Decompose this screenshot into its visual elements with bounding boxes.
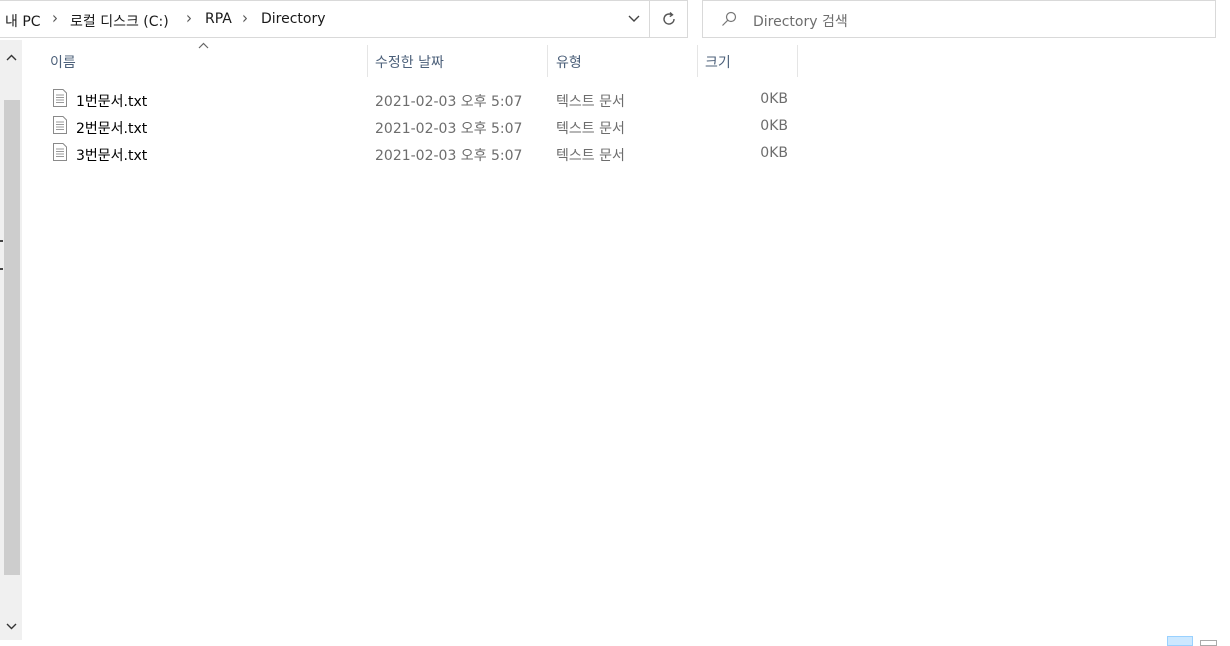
file-type: 텍스트 문서 (556, 94, 625, 110)
chevron-right-icon[interactable]: › (52, 8, 58, 28)
breadcrumb-rpa[interactable]: RPA (205, 11, 232, 27)
chevron-up-icon (6, 54, 16, 60)
text-file-icon (53, 89, 67, 107)
column-header-type[interactable]: 유형 (556, 52, 582, 72)
column-divider[interactable] (697, 45, 698, 77)
scrollbar-thumb[interactable] (4, 100, 20, 575)
text-file-icon (53, 143, 67, 161)
column-divider[interactable] (367, 45, 368, 77)
column-divider[interactable] (797, 45, 798, 77)
breadcrumb-local-disk[interactable]: 로컬 디스크 (C:) (70, 11, 169, 31)
refresh-button[interactable] (650, 1, 687, 37)
chevron-down-icon (6, 623, 16, 629)
file-date: 2021-02-03 오후 5:07 (375, 121, 523, 137)
address-bar[interactable]: 내 PC › 로컬 디스크 (C:) › RPA › Directory (0, 0, 688, 38)
file-row[interactable]: 2번문서.txt 2021-02-03 오후 5:07 텍스트 문서 0KB (48, 113, 798, 140)
file-row[interactable]: 3번문서.txt 2021-02-03 오후 5:07 텍스트 문서 0KB (48, 140, 798, 167)
file-size: 0KB (760, 91, 788, 107)
search-placeholder: Directory 검색 (753, 14, 848, 30)
column-divider[interactable] (547, 45, 548, 77)
chevron-right-icon[interactable]: › (242, 8, 248, 28)
file-name: 3번문서.txt (76, 148, 148, 164)
file-type: 텍스트 문서 (556, 148, 625, 164)
breadcrumb-directory[interactable]: Directory (261, 11, 326, 27)
column-header-name[interactable]: 이름 (50, 52, 76, 72)
large-icons-view-button[interactable] (1200, 640, 1217, 646)
chevron-down-icon (628, 15, 640, 22)
file-date: 2021-02-03 오후 5:07 (375, 148, 523, 164)
refresh-icon (662, 11, 675, 25)
file-name: 1번문서.txt (76, 94, 148, 110)
file-row[interactable]: 1번문서.txt 2021-02-03 오후 5:07 텍스트 문서 0KB (48, 86, 798, 113)
column-header-date[interactable]: 수정한 날짜 (375, 52, 444, 72)
file-type: 텍스트 문서 (556, 121, 625, 137)
details-view-button[interactable] (1167, 636, 1193, 646)
search-input[interactable]: Directory 검색 (702, 0, 1216, 38)
scroll-down-button[interactable] (0, 615, 22, 637)
file-date: 2021-02-03 오후 5:07 (375, 94, 523, 110)
breadcrumb-this-pc[interactable]: 내 PC (5, 11, 41, 31)
file-size: 0KB (760, 145, 788, 161)
scroll-up-button[interactable] (0, 46, 22, 68)
text-file-icon (53, 116, 67, 134)
file-name: 2번문서.txt (76, 121, 148, 137)
sort-ascending-icon (198, 42, 209, 49)
search-icon (722, 11, 737, 26)
file-size: 0KB (760, 118, 788, 134)
edge-mark (0, 268, 3, 270)
edge-mark (0, 240, 3, 242)
address-dropdown-button[interactable] (619, 1, 649, 37)
column-header-size[interactable]: 크기 (705, 52, 731, 72)
chevron-right-icon[interactable]: › (186, 8, 192, 28)
